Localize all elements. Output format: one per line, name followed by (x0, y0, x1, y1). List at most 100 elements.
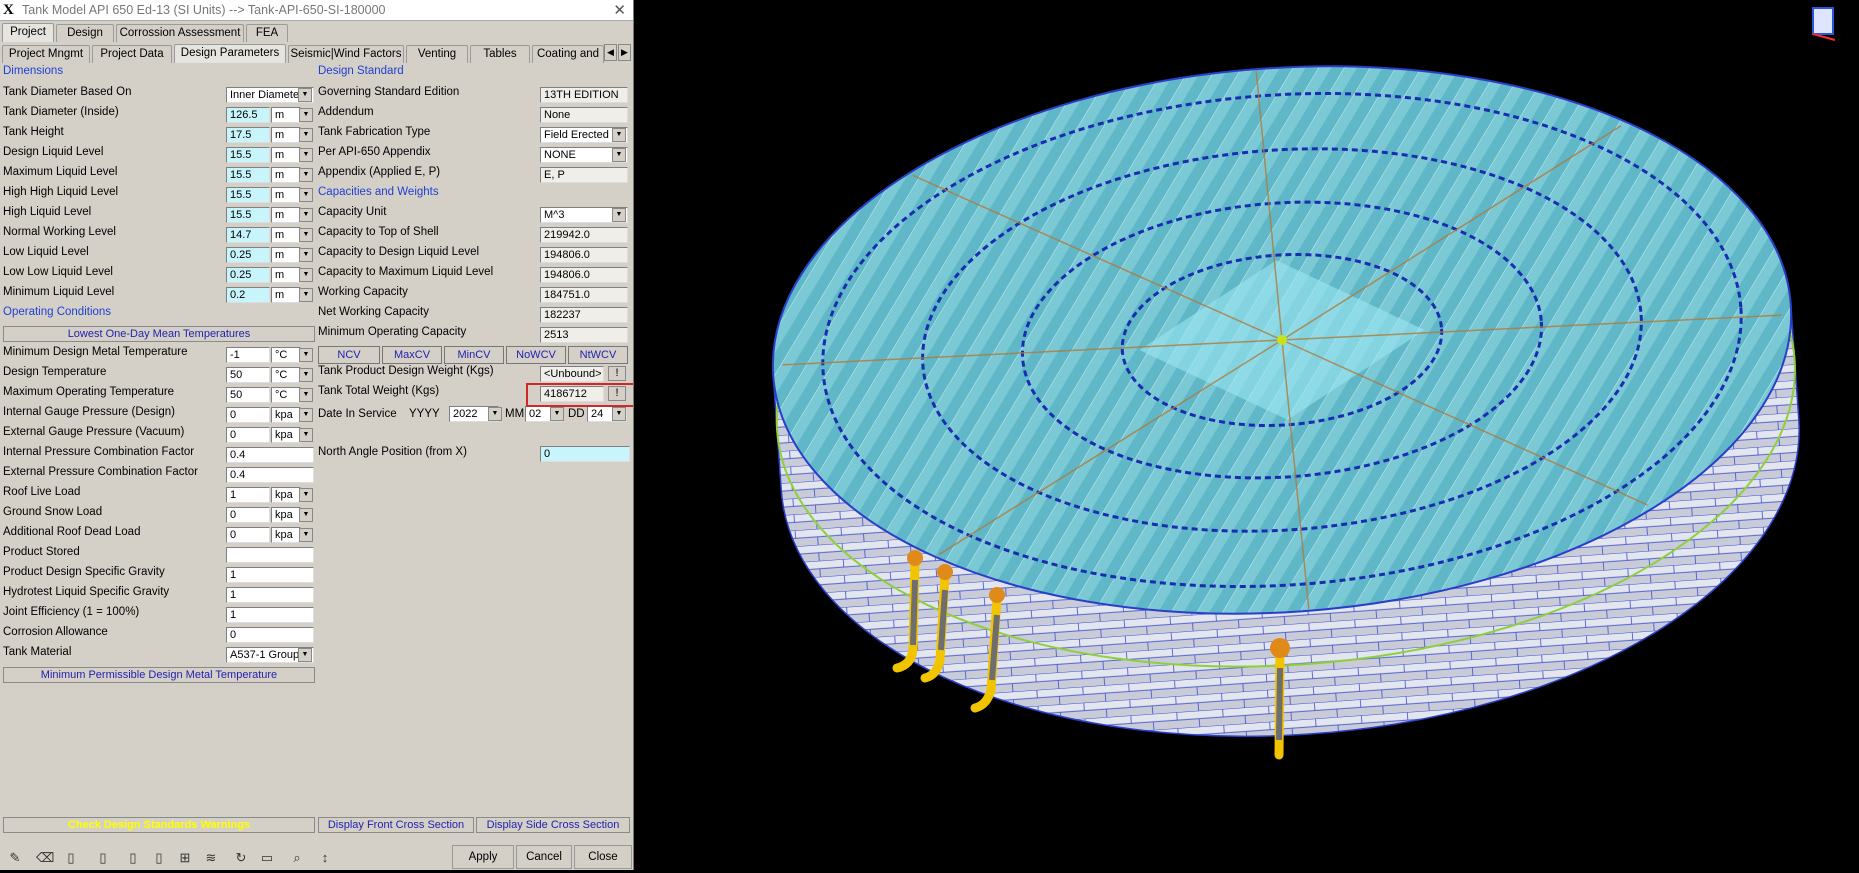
tab-coating[interactable]: Coating and (532, 45, 604, 63)
tank-fabrication-type-dropdown-icon[interactable]: ▼ (612, 128, 626, 142)
tab-design[interactable]: Design (56, 24, 114, 42)
hydrotest-liquid-specific-gravity-field[interactable]: 1 (226, 587, 314, 603)
tank-diameter-based-on-dropdown-icon[interactable]: ▼ (298, 88, 312, 102)
roof-live-load-unit-dropdown-icon[interactable]: ▼ (299, 488, 313, 502)
high-high-liquid-level-unit-dropdown-icon[interactable]: ▼ (299, 188, 313, 202)
low-liquid-level-unit-dropdown-icon[interactable]: ▼ (299, 248, 313, 262)
normal-working-level-unit-dropdown-icon[interactable]: ▼ (299, 228, 313, 242)
high-liquid-level-field[interactable]: 15.5 (226, 207, 270, 223)
minimum-design-metal-temperature-field[interactable]: -1 (226, 347, 270, 363)
addendum-field[interactable]: None (540, 107, 628, 123)
display-side-section-button[interactable]: Display Side Cross Section (476, 817, 630, 833)
pencil-icon[interactable]: ✎ (6, 849, 24, 866)
tank-height-unit-dropdown-icon[interactable]: ▼ (299, 128, 313, 142)
appendix-applied-e-p-field[interactable]: E, P (540, 167, 628, 183)
low-low-liquid-level-field[interactable]: 0.25 (226, 267, 270, 283)
design-temperature-unit-dropdown-icon[interactable]: ▼ (299, 368, 313, 382)
tab-project-data[interactable]: Project Data (92, 45, 172, 63)
table-icon[interactable]: ⊞ (176, 849, 194, 866)
additional-roof-dead-load-unit-dropdown-icon[interactable]: ▼ (299, 528, 313, 542)
tank-material-dropdown-icon[interactable]: ▼ (298, 648, 312, 662)
cancel-button[interactable]: Cancel (516, 845, 572, 869)
tank-height-unit[interactable]: m (271, 127, 301, 143)
working-capacity-field[interactable]: 184751.0 (540, 287, 628, 303)
tab-tables[interactable]: Tables (470, 45, 530, 63)
tab-project-mngmt[interactable]: Project Mngmt (2, 45, 90, 63)
product-design-specific-gravity-field[interactable]: 1 (226, 567, 314, 583)
tank-diameter-inside-field[interactable]: 126.5 (226, 107, 270, 123)
close-button[interactable]: Close (574, 845, 632, 869)
design-liquid-level-unit[interactable]: m (271, 147, 301, 163)
design-liquid-level-unit-dropdown-icon[interactable]: ▼ (299, 148, 313, 162)
high-liquid-level-unit[interactable]: m (271, 207, 301, 223)
nowcv-button[interactable]: NoWCV (506, 346, 566, 364)
form-icon[interactable]: ▭ (258, 849, 276, 866)
mincv-button[interactable]: MinCV (444, 346, 504, 364)
close-window-icon[interactable]: ✕ (613, 1, 626, 19)
external-pressure-combination-factor-field[interactable]: 0.4 (226, 467, 314, 483)
book-icon[interactable]: ▯ (94, 849, 112, 866)
zoom-icon[interactable]: ⌕ (288, 849, 306, 866)
external-gauge-pressure-vacuum-unit-dropdown-icon[interactable]: ▼ (299, 428, 313, 442)
day-dropdown-icon[interactable]: ▼ (612, 407, 626, 421)
tab-venting[interactable]: Venting (406, 45, 468, 63)
layers-icon[interactable]: ≋ (202, 849, 220, 866)
year-dropdown-icon[interactable]: ▼ (488, 407, 502, 421)
maximum-liquid-level-unit[interactable]: m (271, 167, 301, 183)
governing-standard-edition-field[interactable]: 13TH EDITION (540, 87, 628, 103)
product-weight-warning-button[interactable]: ! (608, 366, 626, 381)
capacity-unit-dropdown-icon[interactable]: ▼ (612, 208, 626, 222)
ground-snow-load-unit-dropdown-icon[interactable]: ▼ (299, 508, 313, 522)
north-angle-field[interactable]: 0 (540, 446, 630, 462)
capacity-to-maximum-liquid-level-field[interactable]: 194806.0 (540, 267, 628, 283)
tab-scroll-left-icon[interactable]: ◀ (604, 44, 617, 61)
maximum-operating-temperature-unit[interactable]: °C (271, 387, 301, 403)
net-working-capacity-field[interactable]: 182237 (540, 307, 628, 323)
book-icon[interactable]: ▯ (124, 849, 142, 866)
tab-project[interactable]: Project (2, 23, 54, 42)
tank-diameter-inside-unit[interactable]: m (271, 107, 301, 123)
low-liquid-level-field[interactable]: 0.25 (226, 247, 270, 263)
book-icon[interactable]: ▯ (150, 849, 168, 866)
internal-gauge-pressure-design-unit[interactable]: kpa (271, 407, 301, 423)
design-temperature-unit[interactable]: °C (271, 367, 301, 383)
corrosion-allowance-field[interactable]: 0 (226, 627, 314, 643)
product-weight-field[interactable]: <Unbound> (540, 366, 604, 382)
tank-3d-viewport[interactable] (635, 0, 1859, 870)
min-permissible-temp-button[interactable]: Minimum Permissible Design Metal Tempera… (3, 667, 315, 683)
internal-gauge-pressure-design-field[interactable]: 0 (226, 407, 270, 423)
maxcv-button[interactable]: MaxCV (382, 346, 442, 364)
design-temperature-field[interactable]: 50 (226, 367, 270, 383)
additional-roof-dead-load-field[interactable]: 0 (226, 527, 270, 543)
low-low-liquid-level-unit-dropdown-icon[interactable]: ▼ (299, 268, 313, 282)
minimum-liquid-level-unit[interactable]: m (271, 287, 301, 303)
capacity-to-top-of-shell-field[interactable]: 219942.0 (540, 227, 628, 243)
normal-working-level-field[interactable]: 14.7 (226, 227, 270, 243)
external-gauge-pressure-vacuum-field[interactable]: 0 (226, 427, 270, 443)
lowest-temperatures-button[interactable]: Lowest One-Day Mean Temperatures (3, 326, 315, 342)
minimum-design-metal-temperature-unit[interactable]: °C (271, 347, 301, 363)
roof-live-load-unit[interactable]: kpa (271, 487, 301, 503)
minimum-liquid-level-field[interactable]: 0.2 (226, 287, 270, 303)
ground-snow-load-unit[interactable]: kpa (271, 507, 301, 523)
maximum-liquid-level-unit-dropdown-icon[interactable]: ▼ (299, 168, 313, 182)
check-warnings-button[interactable]: Check Design Standards Warnings (3, 817, 315, 833)
minimum-operating-capacity-field[interactable]: 2513 (540, 327, 628, 343)
tab-fea[interactable]: FEA (246, 24, 288, 42)
internal-gauge-pressure-design-unit-dropdown-icon[interactable]: ▼ (299, 408, 313, 422)
book-icon[interactable]: ▯ (62, 849, 80, 866)
design-liquid-level-field[interactable]: 15.5 (226, 147, 270, 163)
maximum-operating-temperature-field[interactable]: 50 (226, 387, 270, 403)
tank-diameter-inside-unit-dropdown-icon[interactable]: ▼ (299, 108, 313, 122)
apply-button[interactable]: Apply (452, 845, 514, 869)
minimum-design-metal-temperature-unit-dropdown-icon[interactable]: ▼ (299, 348, 313, 362)
tank-height-field[interactable]: 17.5 (226, 127, 270, 143)
high-high-liquid-level-unit[interactable]: m (271, 187, 301, 203)
capacity-to-design-liquid-level-field[interactable]: 194806.0 (540, 247, 628, 263)
vertical-arrows-icon[interactable]: ↕ (316, 849, 334, 866)
display-front-section-button[interactable]: Display Front Cross Section (318, 817, 474, 833)
high-liquid-level-unit-dropdown-icon[interactable]: ▼ (299, 208, 313, 222)
low-liquid-level-unit[interactable]: m (271, 247, 301, 263)
product-stored-field[interactable] (226, 547, 314, 563)
tab-seismic-wind[interactable]: Seismic|Wind Factors (288, 45, 404, 63)
